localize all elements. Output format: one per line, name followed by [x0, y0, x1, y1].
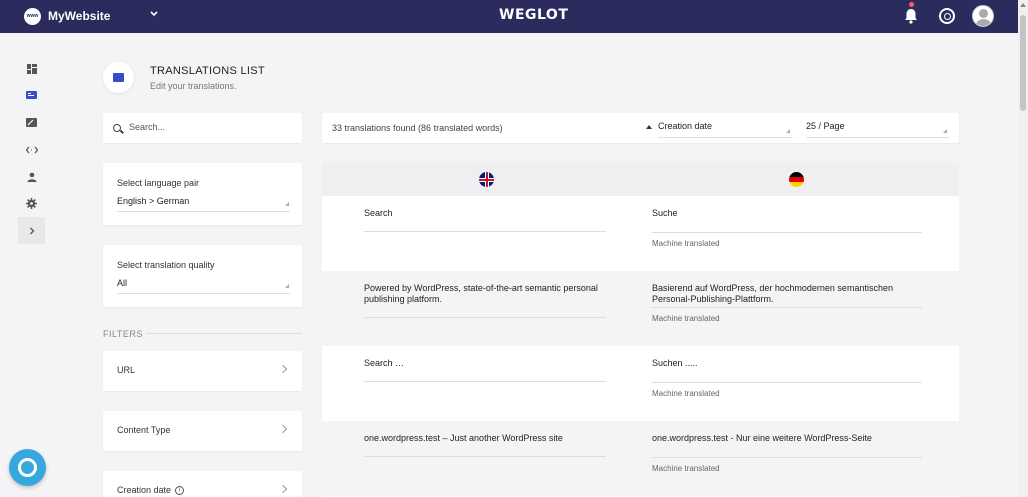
select-caret-icon: [943, 129, 947, 133]
filter-label-row: Creation date i: [117, 485, 185, 496]
english-flag-icon: [479, 172, 494, 187]
site-selector[interactable]: MyWebsite: [48, 9, 110, 23]
target-text[interactable]: Basierend auf WordPress, der hochmoderne…: [652, 283, 922, 305]
source-text: one.wordpress.test – Just another WordPr…: [364, 433, 606, 457]
divider: [652, 382, 922, 383]
filter-url[interactable]: URL: [103, 351, 302, 391]
quality-card: Select translation quality All: [103, 245, 302, 307]
nav-translations[interactable]: [18, 82, 45, 109]
source-text: Search: [364, 208, 606, 232]
search-icon: [113, 124, 121, 132]
target-text[interactable]: one.wordpress.test - Nur eine weitere Wo…: [652, 433, 922, 444]
status-label: Machine translated: [652, 314, 720, 323]
status-label: Machine translated: [652, 239, 720, 248]
filter-content-type[interactable]: Content Type: [103, 411, 302, 451]
quality-label: Select translation quality: [117, 260, 215, 270]
quality-select[interactable]: All: [117, 278, 290, 294]
nav-members[interactable]: [18, 163, 45, 190]
translations-icon: [26, 90, 37, 99]
chevron-right-icon: [278, 424, 288, 434]
chevron-right-icon: [278, 364, 288, 374]
table-row[interactable]: one.wordpress.test – Just another WordPr…: [322, 421, 959, 496]
table-row[interactable]: Powered by WordPress, state-of-the-art s…: [322, 271, 959, 346]
page-subtitle: Edit your translations.: [150, 81, 237, 91]
page-title: TRANSLATIONS LIST: [150, 65, 265, 77]
german-flag-icon: [789, 172, 804, 187]
user-icon: [27, 172, 36, 182]
results-count: 33 translations found (86 translated wor…: [332, 123, 503, 133]
divider: [652, 307, 922, 308]
per-page-select[interactable]: 25 / Page: [806, 121, 949, 138]
target-text[interactable]: Suche: [652, 208, 922, 219]
table-row[interactable]: Search Suche Machine translated: [322, 196, 959, 271]
site-logo[interactable]: www: [24, 8, 41, 25]
filter-label: URL: [117, 365, 136, 375]
translations-table: Search Suche Machine translated Powered …: [322, 163, 959, 497]
status-label: Machine translated: [652, 464, 720, 473]
info-icon[interactable]: i: [175, 486, 185, 496]
scroll-up-icon[interactable]: [1020, 3, 1026, 7]
sort-ascending-icon[interactable]: [646, 125, 652, 129]
language-pair-label: Select language pair: [117, 178, 200, 188]
language-pair-card: Select language pair English > German: [103, 163, 302, 225]
divider: [652, 232, 922, 233]
select-caret-icon: [285, 284, 289, 288]
divider: [146, 333, 302, 334]
dashboard-icon: [26, 63, 37, 74]
chevron-right-icon: [29, 227, 34, 234]
avatar[interactable]: [972, 5, 994, 27]
source-text: Powered by WordPress, state-of-the-art s…: [364, 283, 606, 318]
nav-settings[interactable]: [18, 190, 45, 217]
chevron-right-icon: [278, 484, 288, 494]
translations-list-icon: [103, 62, 134, 93]
brand-logo: WEGLOT: [499, 7, 569, 23]
filter-label: Creation date: [117, 485, 172, 495]
visual-editor-icon: [26, 117, 37, 127]
table-row[interactable]: Search … Suchen ..... Machine translated: [322, 346, 959, 421]
divider: [652, 457, 922, 458]
bell-icon[interactable]: [904, 8, 918, 24]
language-pair-select[interactable]: English > German: [117, 196, 290, 212]
status-label: Machine translated: [652, 389, 720, 398]
select-caret-icon: [285, 202, 289, 206]
page-scrollbar[interactable]: [1018, 0, 1028, 497]
scroll-thumb[interactable]: [1020, 15, 1026, 111]
results-bar: 33 translations found (86 translated wor…: [322, 113, 959, 143]
settings-icon: [26, 198, 37, 209]
code-icon: [25, 146, 38, 153]
side-nav: [18, 55, 45, 244]
chevron-down-icon[interactable]: [150, 9, 158, 19]
source-text: Search …: [364, 358, 606, 382]
support-icon[interactable]: [939, 8, 955, 24]
filter-label: Content Type: [117, 425, 171, 435]
search-card: [103, 113, 302, 143]
help-chat-button[interactable]: [9, 449, 46, 486]
filters-heading: FILTERS: [103, 329, 143, 339]
select-caret-icon: [786, 129, 790, 133]
filter-creation-date[interactable]: Creation date i: [103, 471, 302, 497]
table-header: [322, 163, 959, 196]
target-text[interactable]: Suchen .....: [652, 358, 922, 369]
nav-expand[interactable]: [18, 217, 45, 244]
nav-dashboard[interactable]: [18, 55, 45, 82]
top-bar: www MyWebsite WEGLOT: [0, 0, 1018, 33]
search-input[interactable]: [129, 122, 289, 132]
sort-select[interactable]: Creation date: [658, 121, 792, 138]
notification-dot: [909, 2, 914, 7]
nav-visual-editor[interactable]: [18, 109, 45, 136]
nav-code[interactable]: [18, 136, 45, 163]
